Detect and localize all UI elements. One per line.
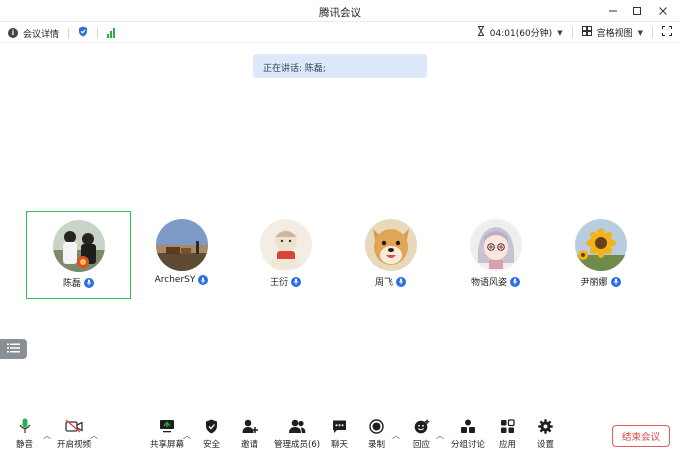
members-icon (288, 418, 306, 434)
shield-icon (205, 418, 218, 434)
microphone-icon (198, 275, 209, 285)
apps-button[interactable]: 应用 (499, 418, 516, 450)
settings-button[interactable]: 设置 (537, 418, 554, 450)
participant-tile[interactable]: 周飞 (338, 211, 443, 299)
chevron-up-icon[interactable]: ︿ (183, 430, 191, 441)
chevron-up-icon[interactable]: ︿ (436, 430, 444, 441)
participant-name: 物语风姿 (470, 278, 507, 288)
divider (97, 27, 99, 39)
avatar (52, 220, 105, 272)
divider (68, 27, 70, 39)
avatar (574, 219, 627, 271)
manage-members-button[interactable]: 管理成员(6) (274, 418, 320, 450)
chevron-down-icon[interactable]: ▼ (638, 29, 643, 37)
avatar (259, 219, 312, 271)
video-label: 开启视频 (57, 440, 92, 450)
participant-tile[interactable]: 物语风姿 (443, 211, 548, 299)
emoji-icon (414, 418, 430, 434)
add-user-icon (242, 418, 258, 434)
title-bar: 腾讯会议 (0, 0, 680, 22)
member-list-toggle[interactable] (0, 339, 27, 359)
record-button[interactable]: 录制 (368, 418, 385, 450)
participant-name: 王衍 (269, 278, 288, 288)
list-icon (7, 343, 20, 356)
security-button[interactable]: 安全 (203, 418, 220, 450)
participant-tile[interactable]: 王衍 (233, 211, 338, 299)
chat-icon (332, 418, 347, 434)
end-meeting-button[interactable]: 结束会议 (612, 425, 670, 447)
gear-icon (538, 418, 553, 434)
maximize-icon[interactable] (626, 2, 648, 20)
mute-label: 静音 (16, 440, 34, 450)
chevron-up-icon[interactable]: ︿ (392, 430, 400, 441)
microphone-icon (84, 277, 94, 288)
react-button[interactable]: 回应 (413, 418, 430, 450)
mute-button[interactable]: 静音 (16, 418, 33, 450)
apps-grid-icon (500, 418, 515, 434)
divider (652, 27, 653, 38)
start-video-button[interactable]: 开启视频 (57, 418, 91, 450)
apps-label: 应用 (499, 440, 517, 450)
fullscreen-icon[interactable] (662, 26, 672, 39)
speaking-indicator: 正在讲话: 陈磊; (253, 54, 427, 78)
members-label: 管理成员(6) (274, 440, 321, 450)
share-screen-button[interactable]: 共享屏幕 (150, 418, 184, 450)
view-mode-label[interactable]: 宫格视图 (597, 26, 633, 39)
share-screen-icon (159, 418, 175, 434)
divider (571, 27, 573, 38)
avatar (364, 219, 417, 271)
close-icon[interactable] (652, 2, 674, 20)
hourglass-icon (477, 26, 485, 39)
participant-name: 周飞 (374, 278, 393, 288)
record-icon (369, 418, 384, 434)
shield-icon[interactable] (78, 26, 88, 40)
microphone-icon (610, 276, 621, 287)
avatar (155, 219, 208, 271)
record-label: 录制 (368, 440, 386, 450)
chevron-up-icon[interactable]: ︿ (90, 430, 98, 441)
participant-tile[interactable]: 尹丽娜 (548, 211, 653, 299)
invite-button[interactable]: 邀请 (241, 418, 258, 450)
chevron-up-icon[interactable]: ︿ (43, 430, 51, 441)
breakout-label: 分组讨论 (451, 440, 486, 450)
security-label: 安全 (203, 440, 221, 450)
participant-name: 陈磊 (62, 279, 81, 289)
bottom-toolbar: 静音 ︿ 开启视频 ︿ 共享屏幕 ︿ 安全 邀请 管理成员(6) 聊天 录制 ︿… (0, 410, 680, 454)
window-title: 腾讯会议 (319, 7, 361, 19)
minimize-icon[interactable] (602, 2, 624, 20)
microphone-icon (291, 276, 301, 287)
chevron-down-icon[interactable]: ▼ (557, 29, 562, 37)
video-off-icon (65, 418, 83, 434)
chat-label: 聊天 (331, 440, 349, 450)
breakout-icon (460, 418, 476, 434)
participant-name: 尹丽娜 (580, 278, 608, 288)
chat-button[interactable]: 聊天 (331, 418, 348, 450)
meeting-details-link[interactable]: 会议详情 (23, 27, 59, 40)
info-icon[interactable]: i (8, 28, 18, 38)
meeting-info-bar: i 会议详情 04:01(60分钟) ▼ 宫格视图 ▼ (0, 23, 680, 43)
react-label: 回应 (413, 440, 431, 450)
microphone-icon (19, 418, 31, 434)
microphone-icon (396, 276, 406, 287)
grid-view-icon[interactable] (581, 26, 592, 39)
microphone-icon (510, 276, 520, 287)
meeting-timer: 04:01(60分钟) (489, 29, 553, 39)
settings-label: 设置 (537, 440, 555, 450)
signal-strength-icon[interactable] (107, 28, 116, 38)
breakout-rooms-button[interactable]: 分组讨论 (451, 418, 485, 450)
participant-tile[interactable]: 陈磊 (26, 211, 131, 299)
share-label: 共享屏幕 (150, 440, 185, 450)
participant-name: ArcherSY (154, 275, 196, 285)
invite-label: 邀请 (241, 440, 259, 450)
avatar (469, 219, 522, 271)
participant-tile[interactable]: ArcherSY (129, 211, 234, 299)
